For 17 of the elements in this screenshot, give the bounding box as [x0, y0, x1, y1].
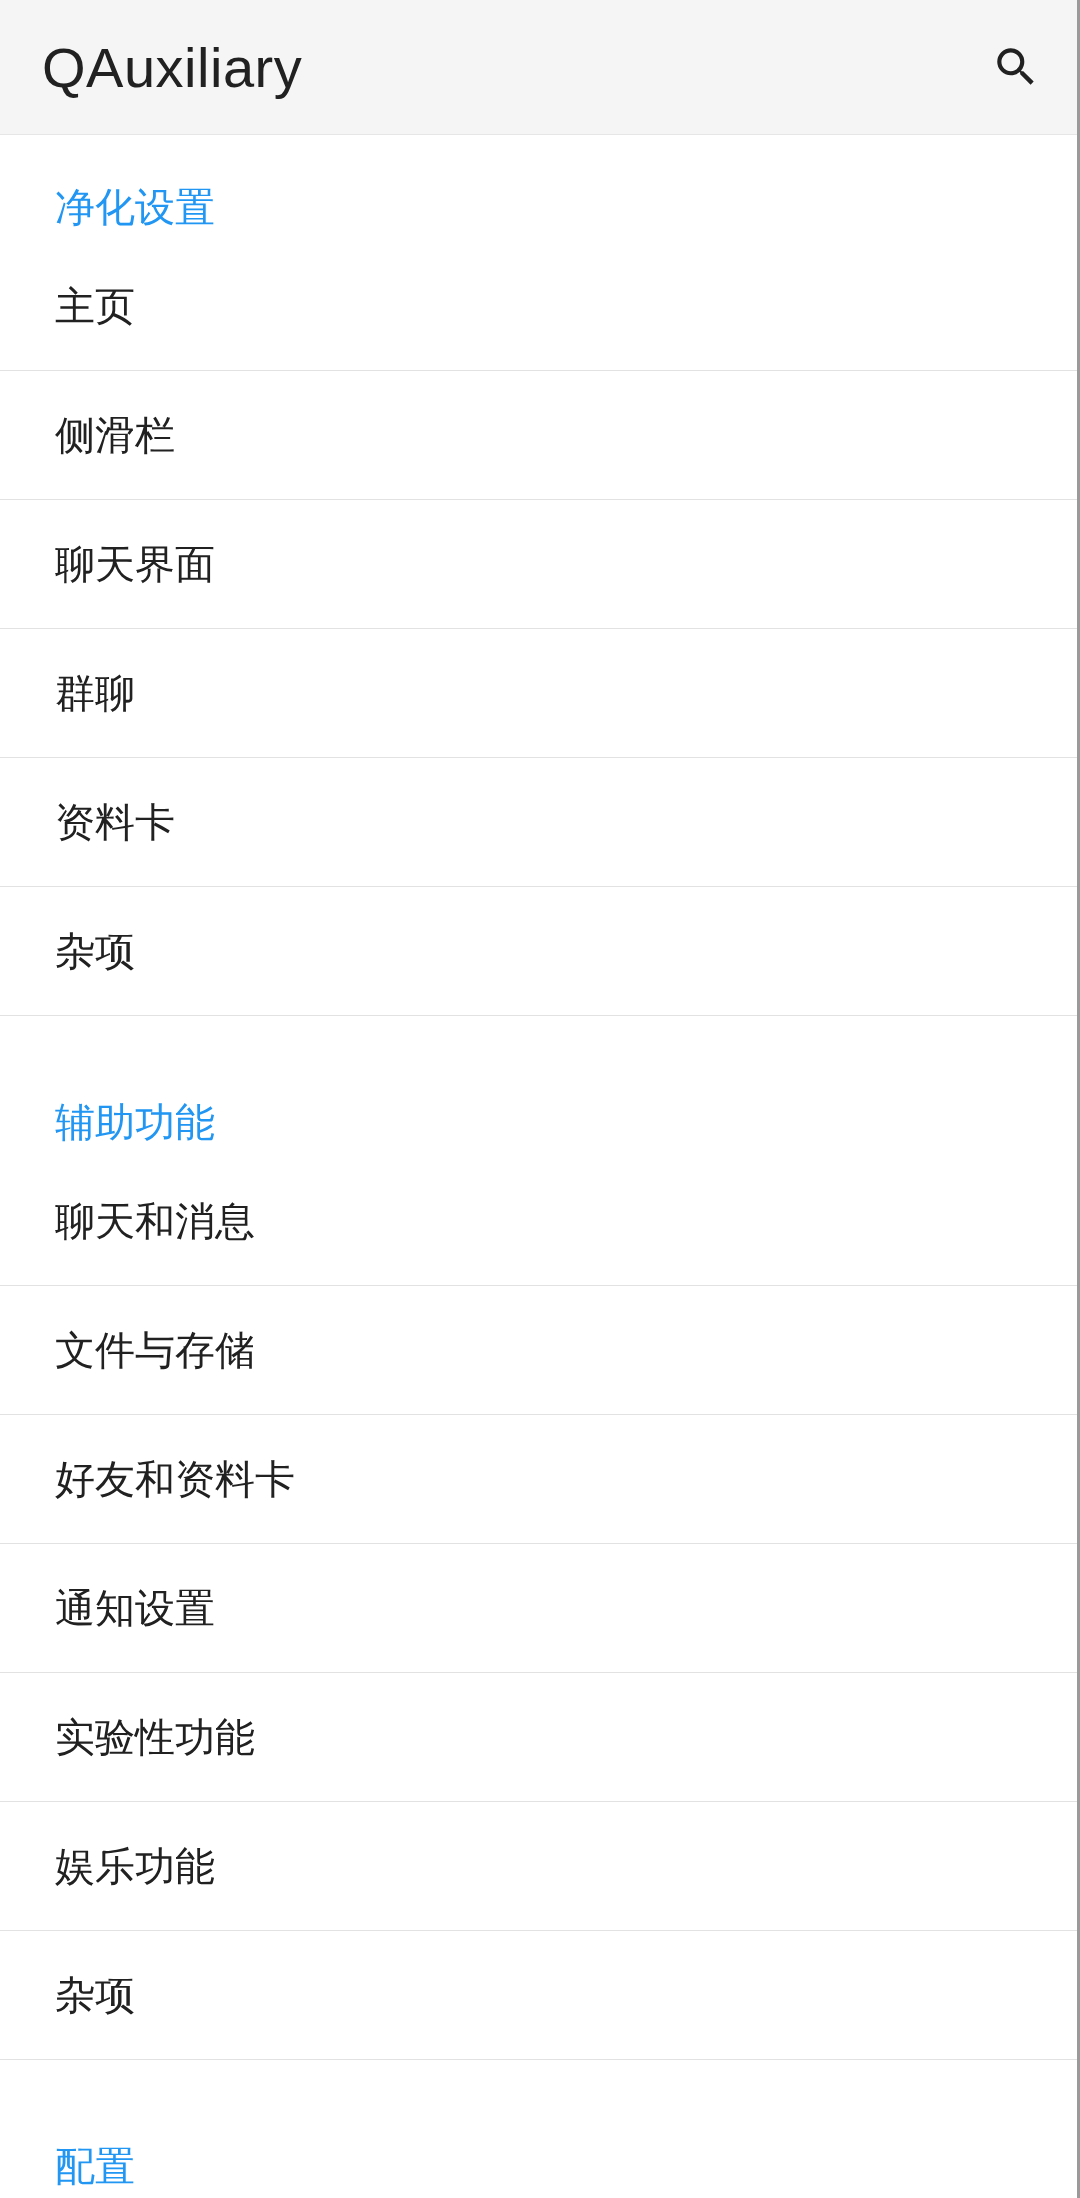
settings-item[interactable]: 杂项: [0, 1931, 1077, 2060]
section-header: 辅助功能: [54, 1098, 216, 1147]
app-title: QAuxiliary: [42, 34, 303, 100]
settings-item[interactable]: 聊天界面: [0, 500, 1077, 629]
settings-item[interactable]: 通知设置: [0, 1544, 1077, 1673]
settings-item[interactable]: 实验性功能: [0, 1673, 1077, 1802]
settings-item[interactable]: 娱乐功能: [0, 1802, 1077, 1931]
section-header: 配置: [54, 2142, 136, 2191]
section-header: 净化设置: [54, 183, 216, 232]
settings-item[interactable]: 好友和资料卡: [0, 1415, 1077, 1544]
settings-item[interactable]: 群聊: [0, 629, 1077, 758]
settings-item[interactable]: 聊天和消息: [0, 1157, 1077, 1286]
settings-item[interactable]: 主页: [0, 242, 1077, 371]
settings-item[interactable]: 杂项: [0, 887, 1077, 1016]
settings-item[interactable]: 文件与存储: [0, 1286, 1077, 1415]
settings-item[interactable]: 侧滑栏: [0, 371, 1077, 500]
settings-item[interactable]: 资料卡: [0, 758, 1077, 887]
